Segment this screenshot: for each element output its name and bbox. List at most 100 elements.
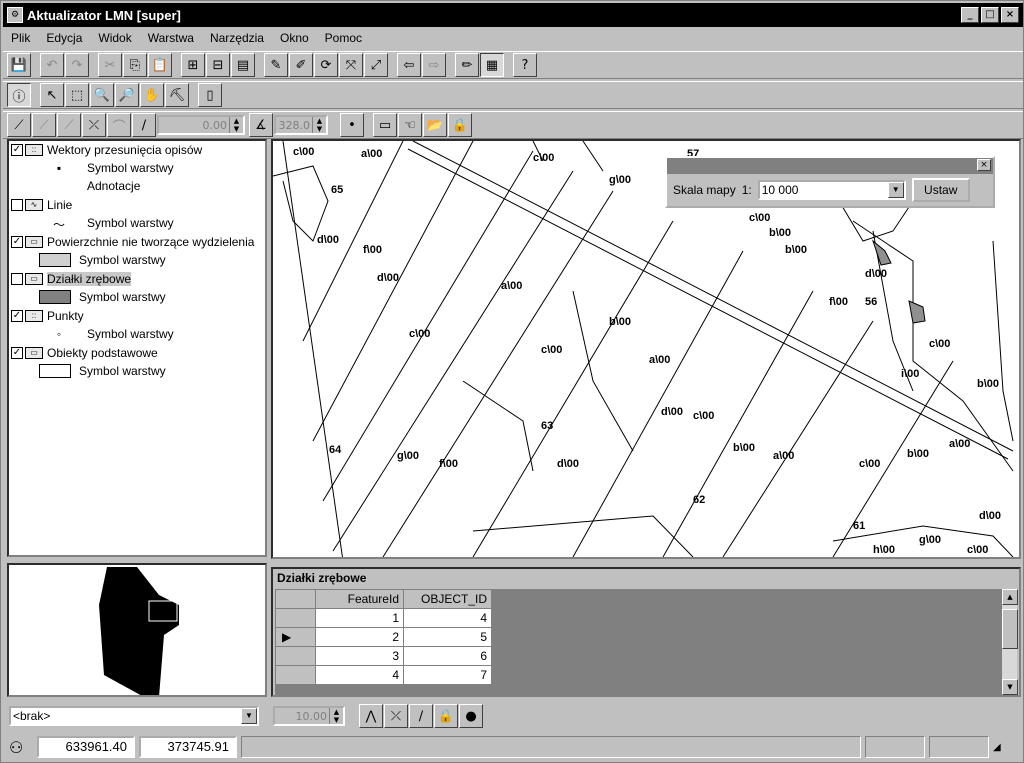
layer-row[interactable]: ✓ ▭ Powierzchnie nie tworzące wydzieleni… <box>11 233 254 251</box>
table-icon[interactable]: ▦ <box>480 53 504 77</box>
map-label: c\00 <box>859 458 880 470</box>
pencil-icon[interactable]: ✏ <box>455 53 479 77</box>
map-label: b\00 <box>609 316 631 328</box>
paste-icon[interactable]: 📋 <box>148 53 172 77</box>
angle-icon[interactable]: ∡ <box>249 113 273 137</box>
draw-line2-icon[interactable]: ⟋ <box>32 113 56 137</box>
map-label: c\00 <box>749 212 770 224</box>
resize-grip-icon[interactable]: ◢ <box>993 742 1009 753</box>
back-arrow-icon[interactable]: ⇦ <box>397 53 421 77</box>
chevron-down-icon[interactable]: ▼ <box>241 708 257 724</box>
close-icon[interactable]: × <box>977 159 991 171</box>
draw-line3-icon[interactable]: ⟋ <box>57 113 81 137</box>
angle-line-icon[interactable]: ∕ <box>132 113 156 137</box>
pan-hand-icon[interactable]: ✋ <box>140 83 164 107</box>
menu-pomoc[interactable]: Pomoc <box>323 31 364 45</box>
layer-checkbox[interactable] <box>11 199 23 211</box>
tolerance-spinner[interactable]: 10.00 ▲ ▼ <box>273 706 345 726</box>
help-icon[interactable]: ? <box>513 53 537 77</box>
layer-row[interactable]: ✓ ▭ Obiekty podstawowe <box>11 344 158 362</box>
angle-spinner[interactable]: 0.00 ▲ ▼ <box>157 115 245 135</box>
table-row[interactable]: 4 7 <box>275 665 492 685</box>
line-tool-icon[interactable]: ∕ <box>409 704 433 728</box>
undo-icon[interactable]: ↶ <box>40 53 64 77</box>
table-row[interactable]: 1 4 <box>275 608 492 628</box>
ustaw-button[interactable]: Ustaw <box>911 178 970 202</box>
edit-layer2-icon[interactable]: ✐ <box>289 53 313 77</box>
table-row[interactable]: 3 6 <box>275 646 492 666</box>
close-button[interactable]: × <box>1001 7 1019 23</box>
layer-checkbox[interactable]: ✓ <box>11 310 23 322</box>
maximize-button[interactable]: □ <box>981 7 999 23</box>
layer-select-combo[interactable]: <brak> ▼ <box>9 706 259 726</box>
info-icon[interactable]: ⓘ <box>7 83 31 107</box>
scroll-down-icon[interactable]: ▼ <box>1002 679 1018 695</box>
circle-icon[interactable]: ● <box>459 704 483 728</box>
save-icon[interactable]: 💾 <box>7 53 31 77</box>
redo-icon[interactable]: ↷ <box>65 53 89 77</box>
menu-plik[interactable]: Plik <box>9 31 32 45</box>
scroll-thumb[interactable] <box>1002 609 1018 649</box>
layer-row[interactable]: ▭ Działki zrębowe <box>11 270 132 288</box>
map-label: 65 <box>331 184 343 196</box>
split-line-icon[interactable]: ⤫ <box>82 113 106 137</box>
panel-icon[interactable]: ▯ <box>198 83 222 107</box>
map-label: 63 <box>541 420 553 432</box>
map-label: b\00 <box>785 244 807 256</box>
zoom-in-all-icon[interactable]: ⤧ <box>339 53 363 77</box>
menu-bar: Plik Edycja Widok Warstwa Narzędzia Okno… <box>3 28 1023 48</box>
zoom-extent-icon[interactable]: ⤢ <box>364 53 388 77</box>
point-icon[interactable]: • <box>340 113 364 137</box>
draw-line-icon[interactable]: ⟋ <box>7 113 31 137</box>
zoom-out-icon[interactable]: 🔎 <box>115 83 139 107</box>
column-header[interactable]: OBJECT_ID <box>403 589 492 609</box>
table-scrollbar[interactable]: ▲ ▼ <box>1001 589 1018 695</box>
overview-map[interactable] <box>7 563 267 697</box>
layer-row[interactable]: ✓ :: Punkty <box>11 307 84 325</box>
hand-icon[interactable]: ☜ <box>398 113 422 137</box>
map-label: b\00 <box>977 378 999 390</box>
lock-small-icon[interactable]: 🔒 <box>434 704 458 728</box>
zoom-in-icon[interactable]: 🔍 <box>90 83 114 107</box>
new-doc-icon[interactable]: ▭ <box>373 113 397 137</box>
layer-name: Obiekty podstawowe <box>47 346 158 360</box>
refresh-icon[interactable]: ⟳ <box>314 53 338 77</box>
scale-combo[interactable]: 10 000 ▼ <box>757 180 906 200</box>
snap-icon[interactable]: ⌒ <box>107 113 131 137</box>
menu-okno[interactable]: Okno <box>278 31 311 45</box>
cut-icon[interactable]: ✂ <box>98 53 122 77</box>
bottom-toolbar: <brak> ▼ 10.00 ▲ ▼ ⋀ ⤫ ∕ 🔒 ● <box>3 701 1023 731</box>
column-header[interactable]: FeatureId <box>315 589 404 609</box>
table-row[interactable]: ▶ 2 5 <box>275 627 492 647</box>
layers-icon[interactable]: ▤ <box>231 53 255 77</box>
map-label: a\00 <box>361 148 382 160</box>
copy-icon[interactable]: ⎘ <box>123 53 147 77</box>
menu-edycja[interactable]: Edycja <box>44 31 84 45</box>
layer-checkbox[interactable]: ✓ <box>11 236 23 248</box>
layer-props-icon[interactable]: ⊟ <box>206 53 230 77</box>
add-layer-icon[interactable]: ⊞ <box>181 53 205 77</box>
layer-checkbox[interactable]: ✓ <box>11 144 23 156</box>
open-folder-icon[interactable]: 📂 <box>423 113 447 137</box>
minimize-button[interactable]: _ <box>961 7 979 23</box>
edit-layer-icon[interactable]: ✎ <box>264 53 288 77</box>
length-spinner[interactable]: 328.0 ▲ ▼ <box>274 115 328 135</box>
measure-icon[interactable]: ⛏ <box>165 83 189 107</box>
select-area-icon[interactable]: ⬚ <box>65 83 89 107</box>
layer-type-icon: ▭ <box>25 236 43 248</box>
vertex-icon[interactable]: ⋀ <box>359 704 383 728</box>
layer-checkbox[interactable]: ✓ <box>11 347 23 359</box>
layer-row[interactable]: ∿ Linie <box>11 196 72 214</box>
split-icon[interactable]: ⤫ <box>384 704 408 728</box>
status-pane <box>865 736 925 758</box>
menu-widok[interactable]: Widok <box>96 31 133 45</box>
layer-row[interactable]: ✓ :: Wektory przesunięcia opisów <box>11 141 202 159</box>
menu-narzedzia[interactable]: Narzędzia <box>208 31 266 45</box>
chevron-down-icon[interactable]: ▼ <box>887 182 904 198</box>
menu-warstwa[interactable]: Warstwa <box>146 31 196 45</box>
layer-checkbox[interactable] <box>11 273 23 285</box>
lock-icon[interactable]: 🔒 <box>448 113 472 137</box>
forward-arrow-icon[interactable]: ⇨ <box>422 53 446 77</box>
select-arrow-icon[interactable]: ↖ <box>40 83 64 107</box>
scroll-up-icon[interactable]: ▲ <box>1002 589 1018 605</box>
